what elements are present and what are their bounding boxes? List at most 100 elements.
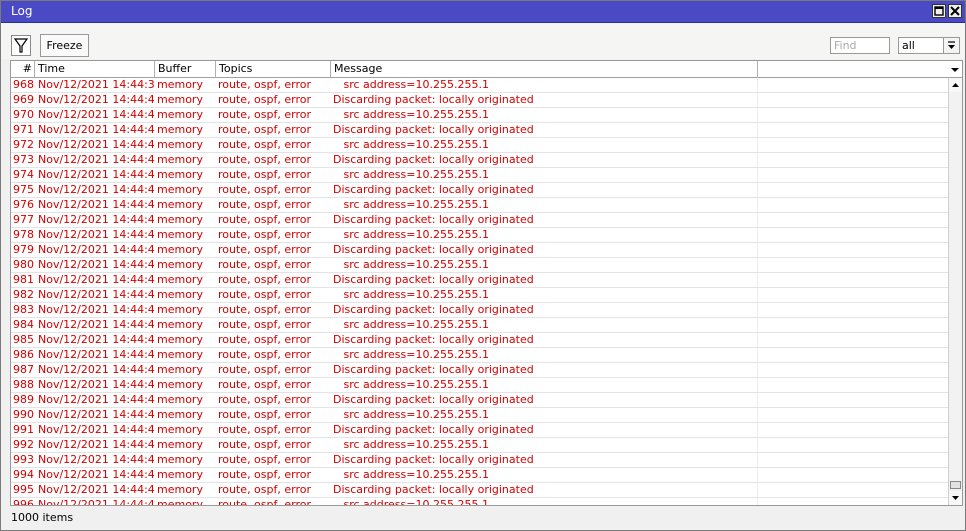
table-row[interactable]: 987 Nov/12/2021 14:44:44 memory route, ospf… [11,363,948,378]
filter-button[interactable] [11,35,31,56]
row-time: Nov/12/2021 14:44:44 [38,408,155,421]
table-row[interactable]: 976 Nov/12/2021 14:44:44 memory route, ospf… [11,198,948,213]
row-buffer: memory [157,378,203,391]
table-row[interactable]: 990 Nov/12/2021 14:44:44 memory route, ospf… [11,408,948,423]
table-row[interactable]: 992 Nov/12/2021 14:44:44 memory route, ospf… [11,438,948,453]
table-row[interactable]: 980 Nov/12/2021 14:44:44 memory route, ospf… [11,258,948,273]
column-header-buffer[interactable]: Buffer [155,61,216,78]
row-message: src address=10.255.255.1 [333,168,489,181]
row-number: 983 [13,303,34,316]
row-message: src address=10.255.255.1 [333,408,489,421]
table-header: # Time Buffer Topics Message [11,61,962,78]
row-time: Nov/12/2021 14:44:44 [38,183,155,196]
maximize-icon [934,6,944,16]
table-row[interactable]: 996 Nov/12/2021 14:44:44 memory route, ospf… [11,498,948,506]
row-number: 976 [13,198,34,211]
scroll-up-button[interactable] [949,78,962,92]
close-button[interactable] [948,4,962,18]
table-row[interactable]: 982 Nov/12/2021 14:44:44 memory route, ospf… [11,288,948,303]
row-topics: route, ospf, error [218,198,311,211]
table-row[interactable]: 975 Nov/12/2021 14:44:44 memory route, ospf… [11,183,948,198]
row-time: Nov/12/2021 14:44:44 [38,333,155,346]
table-row[interactable]: 985 Nov/12/2021 14:44:44 memory route, ospf… [11,333,948,348]
row-number: 975 [13,183,34,196]
status-item-count: 1000 items [11,511,74,524]
column-header-topics[interactable]: Topics [216,61,331,78]
scroll-down-button[interactable] [949,491,962,505]
table-row[interactable]: 972 Nov/12/2021 14:44:44 memory route, ospf… [11,138,948,153]
row-message: src address=10.255.255.1 [333,498,489,506]
table-row[interactable]: 995 Nov/12/2021 14:44:44 memory route, ospf… [11,483,948,498]
column-header-message[interactable]: Message [331,61,758,78]
table-row[interactable]: 993 Nov/12/2021 14:44:44 memory route, ospf… [11,453,948,468]
table-row[interactable]: 984 Nov/12/2021 14:44:44 memory route, ospf… [11,318,948,333]
row-time: Nov/12/2021 14:44:36 [38,78,155,91]
row-topics: route, ospf, error [218,258,311,271]
row-number: 988 [13,378,34,391]
row-number: 995 [13,483,34,496]
table-row[interactable]: 971 Nov/12/2021 14:44:44 memory route, ospf… [11,123,948,138]
row-number: 986 [13,348,34,361]
row-topics: route, ospf, error [218,153,311,166]
scroll-thumb[interactable] [950,481,961,489]
row-message: src address=10.255.255.1 [333,258,489,271]
maximize-button[interactable] [932,4,946,18]
freeze-button[interactable]: Freeze [40,34,89,57]
row-time: Nov/12/2021 14:44:44 [38,138,155,151]
row-buffer: memory [157,348,203,361]
row-topics: route, ospf, error [218,393,311,406]
row-message: src address=10.255.255.1 [333,108,489,121]
dropdown-arrow-icon[interactable] [943,38,959,53]
table-row[interactable]: 988 Nov/12/2021 14:44:44 memory route, ospf… [11,378,948,393]
row-number: 973 [13,153,34,166]
row-message: src address=10.255.255.1 [333,378,489,391]
row-topics: route, ospf, error [218,213,311,226]
row-topics: route, ospf, error [218,78,311,91]
row-number: 989 [13,393,34,406]
row-topics: route, ospf, error [218,423,311,436]
row-buffer: memory [157,468,203,481]
table-row[interactable]: 989 Nov/12/2021 14:44:44 memory route, ospf… [11,393,948,408]
table-row[interactable]: 974 Nov/12/2021 14:44:44 memory route, ospf… [11,168,948,183]
row-message: Discarding packet: locally originated [333,393,534,406]
column-header-time[interactable]: Time [35,61,155,78]
row-buffer: memory [157,123,203,136]
column-menu-button[interactable] [948,61,962,78]
table-row[interactable]: 977 Nov/12/2021 14:44:44 memory route, ospf… [11,213,948,228]
row-topics: route, ospf, error [218,288,311,301]
table-row[interactable]: 969 Nov/12/2021 14:44:43 memory route, ospf… [11,93,948,108]
filter-select[interactable]: all [898,37,960,54]
table-row[interactable]: 973 Nov/12/2021 14:44:44 memory route, ospf… [11,153,948,168]
toolbar: Freeze all [1,23,965,59]
row-topics: route, ospf, error [218,438,311,451]
row-time: Nov/12/2021 14:44:43 [38,108,155,121]
row-buffer: memory [157,198,203,211]
row-time: Nov/12/2021 14:44:44 [38,468,155,481]
row-buffer: memory [157,258,203,271]
table-row[interactable]: 986 Nov/12/2021 14:44:44 memory route, ospf… [11,348,948,363]
find-input[interactable] [830,37,890,54]
table-row[interactable]: 970 Nov/12/2021 14:44:43 memory route, ospf… [11,108,948,123]
row-topics: route, ospf, error [218,273,311,286]
table-row[interactable]: 978 Nov/12/2021 14:44:44 memory route, ospf… [11,228,948,243]
row-number: 992 [13,438,34,451]
row-number: 972 [13,138,34,151]
row-buffer: memory [157,333,203,346]
row-number: 984 [13,318,34,331]
row-number: 987 [13,363,34,376]
table-row[interactable]: 994 Nov/12/2021 14:44:44 memory route, ospf… [11,468,948,483]
title-bar[interactable]: Log [1,1,965,23]
row-message: src address=10.255.255.1 [333,198,489,211]
column-header-number[interactable]: # [11,61,35,78]
table-row[interactable]: 968 Nov/12/2021 14:44:36 memory route, ospf… [11,78,948,93]
row-message: Discarding packet: locally originated [333,213,534,226]
vertical-scrollbar[interactable] [948,78,962,505]
row-time: Nov/12/2021 14:44:43 [38,93,155,106]
table-row[interactable]: 991 Nov/12/2021 14:44:44 memory route, ospf… [11,423,948,438]
row-topics: route, ospf, error [218,498,311,506]
row-topics: route, ospf, error [218,243,311,256]
table-row[interactable]: 981 Nov/12/2021 14:44:44 memory route, ospf… [11,273,948,288]
table-row[interactable]: 983 Nov/12/2021 14:44:44 memory route, ospf… [11,303,948,318]
row-buffer: memory [157,78,203,91]
table-row[interactable]: 979 Nov/12/2021 14:44:44 memory route, ospf… [11,243,948,258]
